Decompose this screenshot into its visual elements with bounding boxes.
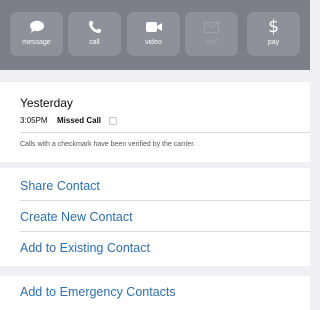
call-label: call xyxy=(89,39,100,46)
video-camera-icon xyxy=(127,18,180,36)
envelope-icon xyxy=(185,18,238,36)
pay-label: pay xyxy=(267,39,280,46)
divider xyxy=(20,200,310,201)
emergency-card: Add to Emergency Contacts xyxy=(0,276,310,310)
message-bubble-icon xyxy=(10,18,63,36)
call-history-card: Yesterday 3:05PM Missed Call Calls with … xyxy=(0,82,310,162)
create-new-contact-link[interactable]: Create New Contact xyxy=(20,210,133,224)
call-type: Missed Call xyxy=(57,116,102,125)
call-time: 3:05PM xyxy=(20,116,48,125)
verification-note: Calls with a checkmark have been verifie… xyxy=(20,141,196,148)
divider xyxy=(20,231,310,232)
add-to-emergency-contacts-link[interactable]: Add to Emergency Contacts xyxy=(20,285,176,299)
dollar-icon: $ xyxy=(268,17,279,37)
verified-checkmark-icon xyxy=(109,117,117,125)
video-button[interactable]: video xyxy=(127,12,180,56)
action-bar: message call video mail $ pay xyxy=(0,0,310,70)
mail-label: mail xyxy=(205,39,218,46)
call-button[interactable]: call xyxy=(68,12,121,56)
share-contact-link[interactable]: Share Contact xyxy=(20,179,100,193)
message-button[interactable]: message xyxy=(10,12,63,56)
divider xyxy=(20,132,310,133)
call-day: Yesterday xyxy=(20,96,73,110)
add-to-existing-contact-link[interactable]: Add to Existing Contact xyxy=(20,241,150,255)
phone-icon xyxy=(68,18,121,36)
message-label: message xyxy=(22,39,51,46)
contact-actions-card: Share Contact Create New Contact Add to … xyxy=(0,168,310,266)
video-label: video xyxy=(145,39,162,46)
mail-button[interactable]: mail xyxy=(185,12,238,56)
pay-button[interactable]: $ pay xyxy=(247,12,300,56)
